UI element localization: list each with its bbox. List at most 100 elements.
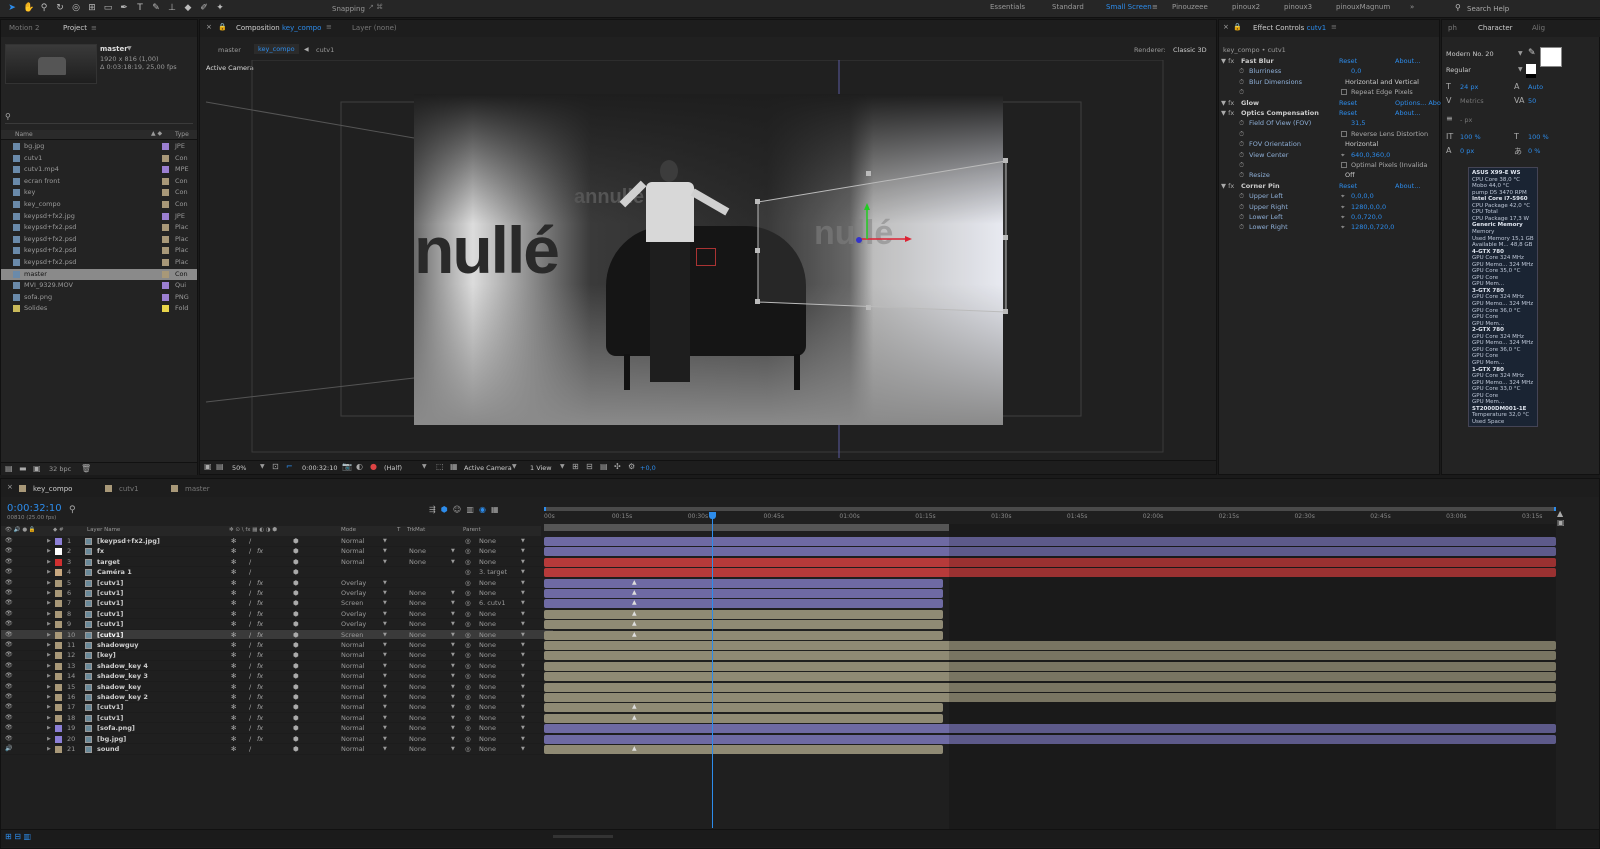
ec-row-check[interactable]: ⏱ Repeat Edge Pixels bbox=[1225, 87, 1439, 97]
quality-switch-icon[interactable]: / bbox=[249, 578, 251, 589]
trkmat-dropdown-icon[interactable]: ▼ bbox=[451, 609, 455, 620]
parent-select[interactable]: None bbox=[479, 671, 496, 682]
timeline-icon[interactable]: ▤ bbox=[600, 462, 608, 471]
track-matte-select[interactable]: None bbox=[409, 661, 426, 672]
parent-select[interactable]: None bbox=[479, 557, 496, 568]
workspace-menu-icon[interactable]: ≡ bbox=[1152, 3, 1158, 11]
fit-icon[interactable]: ⊡ bbox=[272, 462, 279, 471]
trkmat-dropdown-icon[interactable]: ▼ bbox=[451, 723, 455, 734]
project-item[interactable]: keypsd+fx2.psd Plac bbox=[1, 222, 197, 233]
pick-whip-icon[interactable]: ◎ bbox=[465, 609, 471, 620]
white-swatch[interactable] bbox=[1526, 64, 1536, 74]
tab-effect-controls[interactable]: Effect Controls cutv1 bbox=[1247, 20, 1332, 36]
audio-icon[interactable]: 🔊 bbox=[5, 744, 12, 755]
close-icon[interactable]: × bbox=[1223, 23, 1229, 31]
quality-switch-icon[interactable]: / bbox=[249, 536, 251, 547]
layer-row[interactable]: 👁 ▶ 17 [cutv1] ✻ / fx ⬢ Normal ▼ None ▼ ◎ None ▼ bbox=[1, 702, 553, 713]
mode-dropdown-icon[interactable]: ▼ bbox=[383, 588, 387, 599]
layer-label-color[interactable] bbox=[55, 621, 62, 629]
quality-switch-icon[interactable]: / bbox=[249, 702, 251, 713]
layer-row[interactable]: 👁 ▶ 15 shadow_key ✻ / fx ⬢ Normal ▼ None ▼ ◎ None ▼ bbox=[1, 682, 553, 693]
stopwatch-icon[interactable]: ⏱ bbox=[1239, 129, 1244, 139]
visibility-icon[interactable]: 👁 bbox=[5, 536, 13, 547]
fx-icon[interactable]: ▼ fx bbox=[1221, 108, 1234, 118]
effects-switch-icon[interactable]: fx bbox=[257, 723, 263, 734]
quality-switch-icon[interactable]: / bbox=[249, 723, 251, 734]
track-matte-select[interactable]: None bbox=[409, 640, 426, 651]
mode-dropdown-icon[interactable]: ▼ bbox=[383, 661, 387, 672]
shy-switch-icon[interactable]: ✻ bbox=[231, 650, 236, 661]
expand-arrow-icon[interactable]: ▶ bbox=[47, 598, 51, 609]
search-icon[interactable]: ⚲ bbox=[1455, 3, 1461, 12]
shy-switch-icon[interactable]: ✻ bbox=[231, 578, 236, 589]
parent-dropdown-icon[interactable]: ▼ bbox=[521, 640, 525, 651]
view-dropdown-icon[interactable]: ▼ bbox=[560, 463, 565, 470]
effects-switch-icon[interactable]: fx bbox=[257, 671, 263, 682]
expand-arrow-icon[interactable]: ▶ bbox=[47, 723, 51, 734]
3d-layer-switch-icon[interactable]: ⬢ bbox=[293, 536, 299, 547]
layer-label-color[interactable] bbox=[55, 610, 62, 618]
mode-dropdown-icon[interactable]: ▼ bbox=[383, 682, 387, 693]
layer-row[interactable]: 👁 ▶ 4 Caméra 1 ✻ / ⬢ ◎ 3. target ▼ bbox=[1, 567, 553, 578]
tab-menu-icon[interactable]: ≡ bbox=[326, 23, 332, 31]
track-matte-select[interactable]: None bbox=[409, 671, 426, 682]
visibility-icon[interactable]: 👁 bbox=[5, 723, 13, 734]
effects-switch-icon[interactable]: fx bbox=[257, 609, 263, 620]
layer-name[interactable]: fx bbox=[97, 546, 104, 557]
track-matte-select[interactable]: None bbox=[409, 744, 426, 755]
quality-switch-icon[interactable]: / bbox=[249, 692, 251, 703]
parent-dropdown-icon[interactable]: ▼ bbox=[521, 567, 525, 578]
mode-dropdown-icon[interactable]: ▼ bbox=[383, 640, 387, 651]
workspace-pinoux3[interactable]: pinoux3 bbox=[1284, 3, 1312, 11]
blend-mode-select[interactable]: Normal bbox=[341, 546, 365, 557]
parent-dropdown-icon[interactable]: ▼ bbox=[521, 692, 525, 703]
expand-arrow-icon[interactable]: ▶ bbox=[47, 588, 51, 599]
param-value[interactable]: Horizontal bbox=[1345, 139, 1378, 149]
label-color-swatch[interactable] bbox=[162, 282, 169, 290]
parent-select[interactable]: None bbox=[479, 546, 496, 557]
layer-row[interactable]: 👁 ▶ 19 [sofa.png] ✻ / fx ⬢ Normal ▼ None ▼ ◎ None ▼ bbox=[1, 723, 553, 734]
layer-duration-bar[interactable]: ▲ bbox=[544, 589, 944, 598]
pick-whip-icon[interactable]: ◎ bbox=[465, 567, 471, 578]
shy-switch-icon[interactable]: ✻ bbox=[231, 567, 236, 578]
reset-link[interactable]: Reset bbox=[1339, 108, 1357, 118]
checkbox[interactable] bbox=[1341, 130, 1347, 137]
track-matte-select[interactable]: None bbox=[409, 588, 426, 599]
trkmat-dropdown-icon[interactable]: ▼ bbox=[451, 682, 455, 693]
eyedropper-icon[interactable]: ✎ bbox=[1528, 48, 1536, 58]
fx-icon[interactable]: ▼ fx bbox=[1221, 56, 1234, 66]
workspace-pinouzeee[interactable]: Pinouzeee bbox=[1172, 3, 1208, 11]
tab-master[interactable]: master bbox=[179, 481, 216, 497]
effects-switch-icon[interactable]: fx bbox=[257, 578, 263, 589]
layer-duration-bar[interactable]: ▲ bbox=[544, 609, 944, 619]
param-value[interactable]: 0,0,720,0 bbox=[1351, 212, 1382, 222]
fx-icon[interactable]: ▼ fx bbox=[1221, 98, 1234, 108]
reset-link[interactable]: Reset bbox=[1339, 56, 1357, 66]
view-value[interactable]: 1 View bbox=[530, 464, 552, 472]
nav-cutv1[interactable]: cutv1 bbox=[316, 46, 334, 54]
parent-dropdown-icon[interactable]: ▼ bbox=[521, 744, 525, 755]
effects-switch-icon[interactable]: fx bbox=[257, 692, 263, 703]
expand-arrow-icon[interactable]: ▶ bbox=[47, 609, 51, 620]
layer-label-color[interactable] bbox=[55, 714, 62, 722]
project-item[interactable]: MVI_9329.MOV Qui bbox=[1, 280, 197, 291]
parent-select[interactable]: None bbox=[479, 723, 496, 734]
layer-label-color[interactable] bbox=[55, 558, 62, 566]
mode-dropdown-icon[interactable]: ▼ bbox=[383, 744, 387, 755]
layer-label-color[interactable] bbox=[55, 631, 62, 639]
expand-arrow-icon[interactable]: ▶ bbox=[47, 671, 51, 682]
trkmat-dropdown-icon[interactable]: ▼ bbox=[451, 598, 455, 609]
keyframe-marker-icon[interactable]: ▲ bbox=[632, 631, 637, 638]
visibility-icon[interactable]: 👁 bbox=[5, 650, 13, 661]
track-matte-select[interactable]: None bbox=[409, 557, 426, 568]
ec-row-check[interactable]: ⏱ Reverse Lens Distortion bbox=[1225, 129, 1439, 139]
timeline-timecode[interactable]: 0:00:32:10 bbox=[7, 503, 62, 514]
param-value[interactable]: 1280,0,720,0 bbox=[1351, 222, 1394, 232]
trkmat-dropdown-icon[interactable]: ▼ bbox=[451, 713, 455, 724]
quality-switch-icon[interactable]: / bbox=[249, 557, 251, 568]
draft-3d-icon[interactable]: ⬢ bbox=[441, 505, 448, 514]
ec-row-param[interactable]: Upper Right ⏱ ⌖ 1280,0,0,0 bbox=[1225, 202, 1439, 212]
checkbox-label[interactable]: Optimal Pixels (Invalida bbox=[1351, 160, 1427, 170]
effects-switch-icon[interactable]: fx bbox=[257, 734, 263, 745]
pick-whip-icon[interactable]: ◎ bbox=[465, 557, 471, 568]
